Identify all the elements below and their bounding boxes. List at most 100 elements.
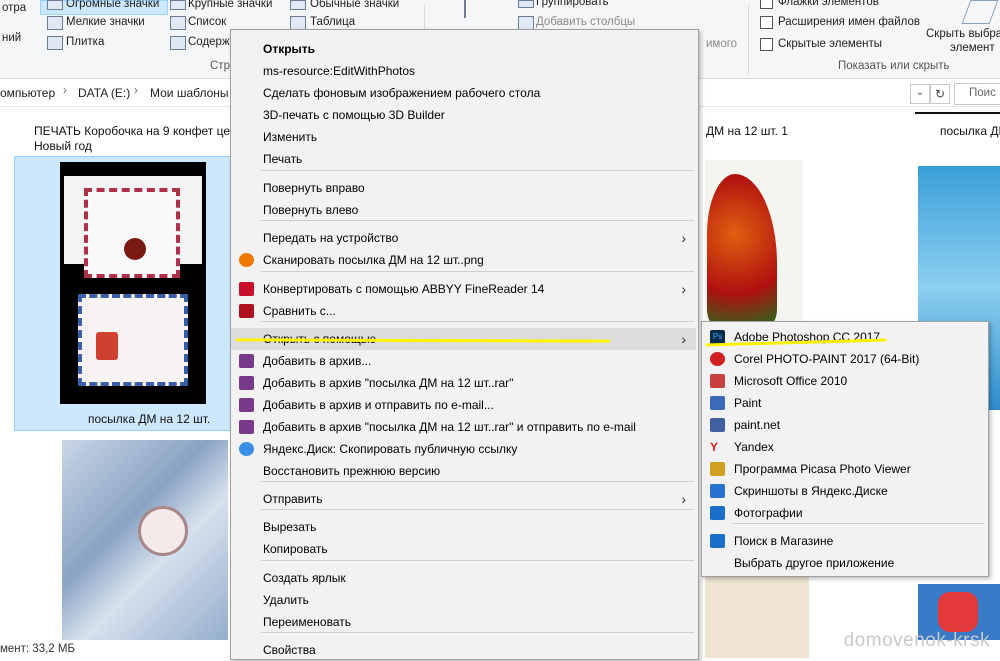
- search-box[interactable]: Поис: [954, 83, 1000, 105]
- search-input[interactable]: Поис: [969, 87, 996, 99]
- open-with-item[interactable]: Microsoft Office 2010: [702, 370, 986, 392]
- show-hide-group-label: Показать или скрыть: [838, 60, 950, 72]
- selected-file-name[interactable]: посылка ДМ на 12 шт.: [88, 412, 210, 426]
- office-picture-icon: [710, 374, 725, 388]
- context-menu-item[interactable]: 3D-печать с помощью 3D Builder: [231, 104, 696, 126]
- context-menu-item[interactable]: Яндекс.Диск: Скопировать публичную ссылк…: [231, 438, 696, 460]
- huge-icons-icon: [47, 0, 63, 10]
- file-label-posylka[interactable]: посылка ДМ: [940, 124, 1000, 138]
- open-with-item[interactable]: paint.net: [702, 414, 986, 436]
- context-menu-item[interactable]: Повернуть вправо: [231, 177, 696, 199]
- add-columns-button[interactable]: Добавить столбцы: [536, 16, 635, 28]
- context-menu-item[interactable]: Сделать фоновым изображением рабочего ст…: [231, 82, 696, 104]
- context-menu-item-label: Яндекс.Диск: Скопировать публичную ссылк…: [263, 442, 518, 456]
- context-menu-item[interactable]: Добавить в архив "посылка ДМ на 12 шт..r…: [231, 372, 696, 394]
- address-dropdown-icon[interactable]: ⌄: [910, 84, 930, 104]
- context-menu-item[interactable]: Передать на устройство ›: [231, 227, 696, 249]
- paint-icon: [710, 396, 725, 410]
- menu-separator: [261, 321, 694, 322]
- ribbon-left-label-2: ний: [2, 32, 22, 44]
- item-checkboxes-checkbox[interactable]: [760, 0, 773, 9]
- context-menu-item[interactable]: Добавить в архив "посылка ДМ на 12 шт..r…: [231, 416, 696, 438]
- layout-group-label: Стр: [210, 60, 230, 72]
- view-list[interactable]: Список: [188, 16, 226, 28]
- item-checkboxes-label: Флажки элементов: [778, 0, 879, 8]
- context-menu-item[interactable]: Повернуть влево: [231, 199, 696, 221]
- winrar-icon: [239, 376, 254, 390]
- context-menu-item[interactable]: Удалить: [231, 589, 696, 611]
- context-menu-item[interactable]: Копировать: [231, 538, 696, 560]
- table-icon: [290, 16, 306, 30]
- hidden-items-label: Скрытые элементы: [778, 38, 883, 50]
- context-menu: Открыть ms-resource:EditWithPhotos Сделать…: [230, 29, 699, 660]
- context-menu-item[interactable]: Восстановить прежнюю версию: [231, 460, 696, 482]
- context-menu-item-label: Открыть: [263, 42, 316, 56]
- hidden-items-checkbox[interactable]: [760, 38, 773, 51]
- view-tiles[interactable]: Плитка: [66, 36, 104, 48]
- abbyy-icon: [239, 282, 254, 296]
- chevron-right-icon: ›: [681, 230, 686, 246]
- context-menu-item[interactable]: Добавить в архив и отправить по e-mail..…: [231, 394, 696, 416]
- context-menu-item[interactable]: Конвертировать с помощью ABBYY FineReade…: [231, 278, 696, 300]
- context-menu-item[interactable]: Изменить: [231, 126, 696, 148]
- open-with-item[interactable]: Y Yandex: [702, 436, 986, 458]
- file-thumbnail-plate[interactable]: [705, 576, 809, 658]
- view-huge-icons[interactable]: Огромные значки: [66, 0, 159, 10]
- view-large-icons[interactable]: Крупные значки: [188, 0, 272, 10]
- breadcrumb-folder[interactable]: Мои шаблоны: [150, 86, 229, 100]
- context-menu-item[interactable]: ms-resource:EditWithPhotos: [231, 60, 696, 82]
- open-with-item[interactable]: Поиск в Магазине: [702, 530, 986, 552]
- status-bar-size: мент: 33,2 МБ: [0, 643, 76, 655]
- open-with-item[interactable]: Скриншоты в Яндекс.Диске: [702, 480, 986, 502]
- breadcrumb-drive[interactable]: DATA (E:): [78, 86, 130, 100]
- context-menu-item[interactable]: Сравнить с...: [231, 300, 696, 322]
- file-label-box-line2: Новый год: [34, 139, 92, 153]
- context-menu-item-label: Восстановить прежнюю версию: [263, 464, 441, 478]
- breadcrumb-computer[interactable]: омпьютер: [0, 86, 55, 100]
- add-columns-icon: [518, 16, 534, 30]
- context-menu-item[interactable]: Открыть: [231, 38, 696, 60]
- hide-selected-button[interactable]: Скрыть выбра: [926, 28, 1000, 40]
- file-thumbnail-pattern[interactable]: [62, 440, 228, 640]
- group-by-icon: [518, 0, 534, 8]
- open-with-item-label: Выбрать другое приложение: [734, 556, 895, 570]
- context-menu-item[interactable]: Печать: [231, 148, 696, 170]
- file-label-dm[interactable]: ДМ на 12 шт. 1: [706, 124, 788, 138]
- watermark: domovenok-krsk: [843, 630, 990, 651]
- open-with-item[interactable]: Corel PHOTO-PAINT 2017 (64-Bit): [702, 348, 986, 370]
- context-menu-item[interactable]: Отправить ›: [231, 488, 696, 510]
- hide-selected-icon: [961, 0, 999, 24]
- context-menu-item-label: Переименовать: [263, 615, 351, 629]
- context-menu-item-label: Сравнить с...: [263, 304, 336, 318]
- group-by-button[interactable]: Группировать: [536, 0, 609, 8]
- view-table[interactable]: Таблица: [310, 16, 355, 28]
- context-menu-item-label: Изменить: [263, 130, 318, 144]
- context-menu-item[interactable]: Создать ярлык: [231, 567, 696, 589]
- context-menu-item[interactable]: Сканировать посылка ДМ на 12 шт..png: [231, 249, 696, 271]
- menu-separator: [261, 170, 694, 171]
- context-menu-item[interactable]: Вырезать: [231, 516, 696, 538]
- context-menu-item-label: Конвертировать с помощью ABBYY FineReade…: [263, 282, 545, 296]
- refresh-icon[interactable]: ↻: [930, 84, 950, 104]
- open-with-item-label: Скриншоты в Яндекс.Диске: [734, 484, 888, 498]
- compare-icon: [239, 304, 254, 318]
- context-menu-item-label: Сделать фоновым изображением рабочего ст…: [263, 86, 541, 100]
- context-menu-item[interactable]: Добавить в архив...: [231, 350, 696, 372]
- file-extensions-checkbox[interactable]: [760, 16, 773, 29]
- context-menu-item-label: Добавить в архив...: [263, 354, 372, 368]
- paintnet-icon: [710, 418, 725, 432]
- picasa-icon: [710, 462, 725, 476]
- file-label-box[interactable]: ПЕЧАТЬ Коробочка на 9 конфет це: [34, 124, 230, 138]
- open-with-item-label: Поиск в Магазине: [734, 534, 834, 548]
- view-content[interactable]: Содерж: [188, 36, 230, 48]
- open-with-item[interactable]: Paint: [702, 392, 986, 414]
- open-with-item[interactable]: Фотографии: [702, 502, 986, 524]
- open-with-item[interactable]: Программа Picasa Photo Viewer: [702, 458, 986, 480]
- context-menu-item[interactable]: Переименовать: [231, 611, 696, 633]
- list-icon: [170, 16, 186, 30]
- open-with-item[interactable]: Выбрать другое приложение: [702, 552, 986, 574]
- view-medium-icons[interactable]: Обычные значки: [310, 0, 399, 10]
- large-icons-icon: [170, 0, 186, 10]
- view-small-icons[interactable]: Мелкие значки: [66, 16, 145, 28]
- file-thumbnail-christmas[interactable]: [705, 160, 803, 328]
